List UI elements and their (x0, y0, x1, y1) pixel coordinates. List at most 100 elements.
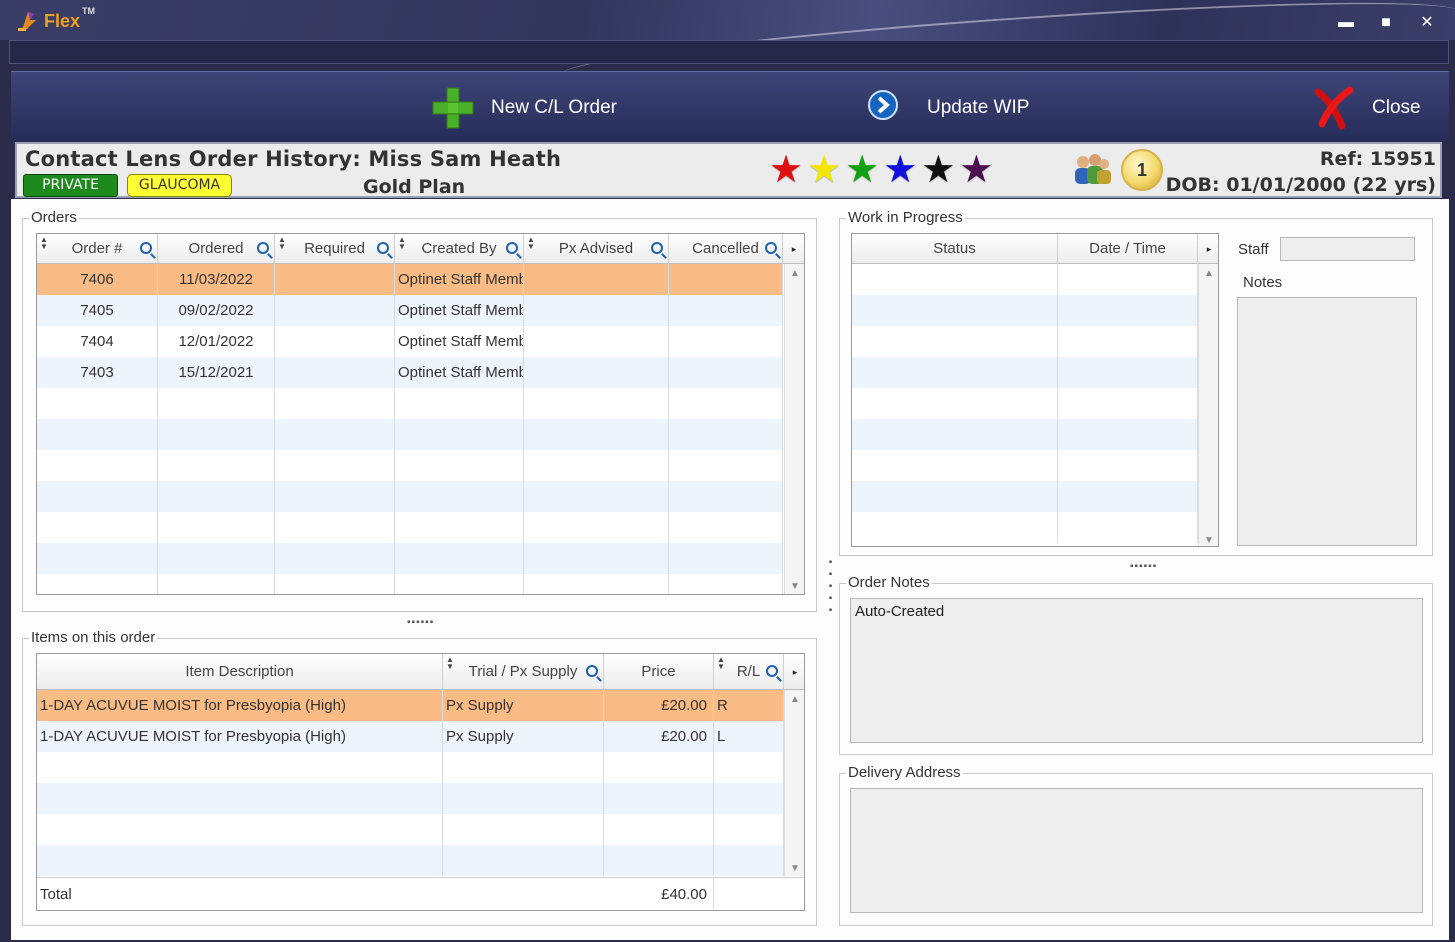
table-row[interactable]: 7406 11/03/2022 Optinet Staff Member (37, 264, 783, 295)
loyalty-coin-badge[interactable]: 1 (1121, 149, 1163, 191)
new-cl-order-label: New C/L Order (491, 97, 617, 118)
col-created-by[interactable]: ▲ ▼ Created By (395, 234, 524, 264)
col-price[interactable]: Price (604, 654, 714, 690)
purple-star-icon[interactable]: ★ (959, 148, 993, 192)
filter-search-icon[interactable] (651, 242, 663, 254)
filter-search-icon[interactable] (506, 242, 518, 254)
cell-cancelled (669, 295, 783, 326)
cell-created-by: Optinet Staff Member (395, 295, 524, 326)
column-chooser-arrow-icon[interactable]: ▸ (784, 654, 804, 690)
scroll-down-arrow-icon[interactable]: ▼ (785, 581, 804, 592)
scroll-up-arrow-icon[interactable]: ▲ (1199, 268, 1218, 279)
red-star-icon[interactable]: ★ (769, 148, 803, 192)
filter-search-icon[interactable] (765, 242, 777, 254)
cell-px-advised (524, 326, 669, 357)
patient-header: Contact Lens Order History: Miss Sam Hea… (15, 142, 1442, 198)
cell-required (275, 295, 395, 326)
minimize-button[interactable]: ▬ (1333, 12, 1359, 34)
staff-field[interactable] (1280, 237, 1415, 261)
cell-trial-px-supply: Px Supply (443, 690, 604, 721)
empty-row (37, 845, 784, 876)
filter-search-icon[interactable] (377, 242, 389, 254)
wip-group: Work in Progress Status Date / Time ▸ ▲ … (839, 209, 1433, 556)
total-label: Total (40, 886, 72, 903)
col-status[interactable]: Status (852, 234, 1058, 264)
plan-label: Gold Plan (363, 176, 466, 198)
empty-row (37, 388, 783, 419)
cell-price: £20.00 (604, 721, 714, 752)
family-group-icon[interactable] (1069, 152, 1115, 186)
chevron-right-circle-icon (868, 90, 898, 120)
cell-trial-px-supply: Px Supply (443, 721, 604, 752)
col-item-description[interactable]: Item Description (37, 654, 443, 690)
window-close-button[interactable]: ✕ (1414, 12, 1440, 34)
filter-search-icon[interactable] (257, 242, 269, 254)
close-button[interactable]: Close (1312, 86, 1421, 130)
cell-px-advised (524, 264, 669, 295)
empty-row (37, 481, 783, 512)
main-content: Orders ▲ ▼ Order # Ordered ▲ ▼ Required ▲ ▼ Cr… (11, 199, 1449, 940)
column-chooser-arrow-icon[interactable]: ▸ (1198, 234, 1218, 264)
empty-row (852, 481, 1198, 512)
col-cancelled[interactable]: Cancelled (669, 234, 783, 264)
cell-item-description: 1-DAY ACUVUE MOIST for Presbyopia (High) (37, 690, 443, 721)
order-notes-textarea[interactable]: Auto-Created (850, 598, 1423, 743)
order-notes-group: Order Notes Auto-Created (839, 574, 1433, 755)
table-row[interactable]: 1-DAY ACUVUE MOIST for Presbyopia (High)… (37, 690, 784, 721)
empty-row (37, 450, 783, 481)
wip-group-label: Work in Progress (846, 209, 965, 226)
update-wip-button[interactable]: Update WIP (867, 86, 1029, 130)
empty-row (37, 814, 784, 845)
cell-rl: R (714, 690, 784, 721)
scroll-up-arrow-icon[interactable]: ▲ (785, 268, 804, 279)
scroll-down-arrow-icon[interactable]: ▼ (785, 863, 804, 874)
empty-row (852, 512, 1198, 543)
col-trial-px-supply[interactable]: ▲ ▼ Trial / Px Supply (443, 654, 604, 690)
cell-order-number: 7404 (37, 326, 158, 357)
orders-scrollbar[interactable]: ▲ ▼ (784, 264, 804, 594)
staff-label: Staff (1238, 241, 1269, 258)
empty-row (852, 264, 1198, 295)
empty-row (852, 388, 1198, 419)
green-star-icon[interactable]: ★ (845, 148, 879, 192)
cell-cancelled (669, 357, 783, 388)
close-label: Close (1372, 97, 1421, 118)
cell-order-number: 7405 (37, 295, 158, 326)
table-row[interactable]: 1-DAY ACUVUE MOIST for Presbyopia (High)… (37, 721, 784, 752)
cell-price: £20.00 (604, 690, 714, 721)
cell-px-advised (524, 357, 669, 388)
yellow-star-icon[interactable]: ★ (807, 148, 841, 192)
filter-search-icon[interactable] (586, 665, 598, 677)
filter-search-icon[interactable] (766, 665, 778, 677)
table-row[interactable]: 7405 09/02/2022 Optinet Staff Member (37, 295, 783, 326)
maximize-button[interactable]: ■ (1373, 12, 1399, 34)
ref-number: Ref: 15951 (1319, 148, 1436, 170)
blue-star-icon[interactable]: ★ (883, 148, 917, 192)
col-px-advised[interactable]: ▲ ▼ Px Advised (524, 234, 669, 264)
horizontal-splitter-handle[interactable]: ▪▪▪▪▪▪ (1130, 561, 1157, 572)
filter-search-icon[interactable] (140, 242, 152, 254)
black-star-icon[interactable]: ★ (921, 148, 955, 192)
new-cl-order-button[interactable]: New C/L Order (431, 86, 617, 130)
col-rl[interactable]: ▲ ▼ R/L (714, 654, 784, 690)
table-row[interactable]: 7404 12/01/2022 Optinet Staff Member (37, 326, 783, 357)
vertical-splitter-handle[interactable]: ▪▪▪▪▪ (825, 557, 836, 617)
column-chooser-arrow-icon[interactable]: ▸ (783, 234, 804, 264)
wip-notes-textarea[interactable] (1237, 297, 1417, 546)
items-grid: Item Description ▲ ▼ Trial / Px Supply Pri… (36, 653, 805, 911)
scroll-up-arrow-icon[interactable]: ▲ (785, 694, 804, 705)
col-required[interactable]: ▲ ▼ Required (275, 234, 395, 264)
horizontal-splitter-handle[interactable]: ▪▪▪▪▪▪ (407, 617, 434, 628)
plus-icon (432, 87, 474, 129)
col-ordered[interactable]: Ordered (158, 234, 275, 264)
items-scrollbar[interactable]: ▲ ▼ (784, 690, 804, 876)
total-value: £40.00 (604, 878, 714, 910)
cell-px-advised (524, 295, 669, 326)
delivery-address-textarea[interactable] (850, 788, 1423, 913)
col-date-time[interactable]: Date / Time (1058, 234, 1198, 264)
col-order-number[interactable]: ▲ ▼ Order # (37, 234, 158, 264)
scroll-down-arrow-icon[interactable]: ▼ (1199, 535, 1218, 546)
table-row[interactable]: 7403 15/12/2021 Optinet Staff Member (37, 357, 783, 388)
flex-logo-icon (18, 12, 36, 31)
wip-scrollbar[interactable]: ▲ ▼ (1198, 264, 1218, 546)
